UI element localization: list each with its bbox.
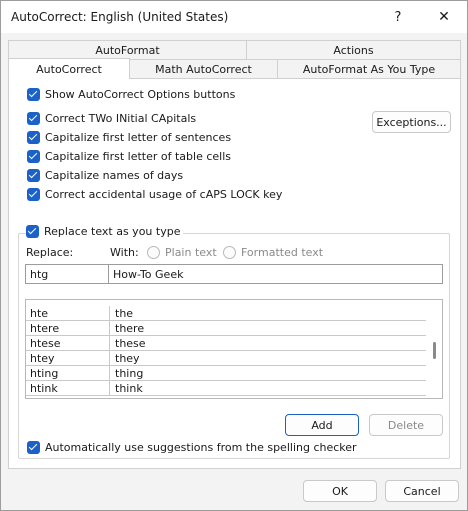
caps-lock-checkbox[interactable]: Correct accidental usage of cAPS LOCK ke…	[27, 188, 282, 201]
title-bar: AutoCorrect: English (United States) ? ✕	[1, 1, 467, 33]
checkbox-checked-icon	[27, 112, 40, 125]
delete-button[interactable]: Delete	[369, 414, 443, 436]
list-item-replace: hte	[26, 305, 110, 321]
scroll-thumb[interactable]	[433, 342, 436, 359]
tab-autocorrect[interactable]: AutoCorrect	[8, 58, 130, 79]
list-item-replace: htere	[26, 320, 110, 336]
radio-label: Formatted text	[241, 246, 324, 259]
autocorrect-dialog: AutoCorrect: English (United States) ? ✕…	[0, 0, 468, 511]
checkbox-checked-icon	[27, 131, 40, 144]
capitalize-days-checkbox[interactable]: Capitalize names of days	[27, 169, 183, 182]
replacement-list[interactable]: hte the htere there htese these htey the…	[25, 299, 443, 399]
list-item-replace: hting	[26, 365, 110, 381]
tab-math-autocorrect[interactable]: Math AutoCorrect	[129, 59, 278, 79]
list-item-with: thing	[115, 366, 144, 380]
tab-autoformat[interactable]: AutoFormat	[8, 40, 247, 60]
list-item-replace: htink	[26, 380, 110, 396]
checkbox-label: Correct accidental usage of cAPS LOCK ke…	[45, 188, 283, 201]
list-item-replace: htey	[26, 350, 110, 366]
help-button[interactable]: ?	[375, 1, 421, 33]
spelling-suggestions-checkbox[interactable]: Automatically use suggestions from the s…	[27, 441, 357, 454]
list-item-with: there	[115, 321, 145, 335]
checkbox-checked-icon	[27, 88, 40, 101]
checkbox-checked-icon	[27, 441, 40, 454]
list-item[interactable]: htey they	[26, 350, 426, 366]
window-title: AutoCorrect: English (United States)	[11, 10, 229, 24]
checkbox-label: Show AutoCorrect Options buttons	[45, 88, 236, 101]
checkbox-checked-icon	[27, 150, 40, 163]
close-button[interactable]: ✕	[421, 1, 467, 33]
checkbox-checked-icon	[27, 169, 40, 182]
tab-actions[interactable]: Actions	[246, 40, 461, 60]
list-item-replace: htese	[26, 335, 110, 351]
list-item[interactable]: htere there	[26, 320, 426, 336]
list-item[interactable]: htink think	[26, 380, 426, 396]
formatted-text-radio[interactable]: Formatted text	[223, 246, 323, 259]
checkbox-label: Capitalize first letter of sentences	[45, 131, 232, 144]
radio-icon	[147, 246, 160, 259]
replace-input[interactable]: htg	[25, 264, 109, 284]
capitalize-sentences-checkbox[interactable]: Capitalize first letter of sentences	[27, 131, 231, 144]
with-label: With:	[110, 246, 139, 259]
list-scrollbar[interactable]	[426, 300, 442, 398]
checkbox-label: Automatically use suggestions from the s…	[45, 441, 357, 454]
exceptions-button[interactable]: Exceptions...	[372, 111, 451, 133]
replace-label: Replace:	[26, 246, 74, 259]
checkbox-label: Correct TWo INitial CApitals	[45, 112, 197, 125]
list-item-with: think	[115, 381, 143, 395]
cancel-button[interactable]: Cancel	[385, 480, 459, 502]
add-button[interactable]: Add	[285, 414, 359, 436]
checkbox-label: Capitalize first letter of table cells	[45, 150, 232, 163]
tab-autoformat-as-you-type[interactable]: AutoFormat As You Type	[277, 59, 461, 79]
radio-icon	[223, 246, 236, 259]
replace-as-you-type-checkbox[interactable]: Replace text as you type	[26, 225, 184, 238]
show-autocorrect-buttons-checkbox[interactable]: Show AutoCorrect Options buttons	[27, 88, 235, 101]
ok-button[interactable]: OK	[303, 480, 377, 502]
checkbox-label: Capitalize names of days	[45, 169, 184, 182]
list-item[interactable]: hting thing	[26, 365, 426, 381]
list-item-with: the	[115, 306, 134, 320]
two-initial-capitals-checkbox[interactable]: Correct TWo INitial CApitals	[27, 112, 196, 125]
radio-label: Plain text	[165, 246, 217, 259]
checkbox-checked-icon	[26, 225, 39, 238]
checkbox-label: Replace text as you type	[44, 225, 181, 238]
with-input[interactable]: How-To Geek	[108, 264, 443, 284]
checkbox-checked-icon	[27, 188, 40, 201]
list-item[interactable]: htese these	[26, 335, 426, 351]
list-item[interactable]: hte the	[26, 305, 426, 321]
capitalize-table-cells-checkbox[interactable]: Capitalize first letter of table cells	[27, 150, 231, 163]
list-item-with: these	[115, 336, 146, 350]
list-item-with: they	[115, 351, 140, 365]
plain-text-radio[interactable]: Plain text	[147, 246, 217, 259]
